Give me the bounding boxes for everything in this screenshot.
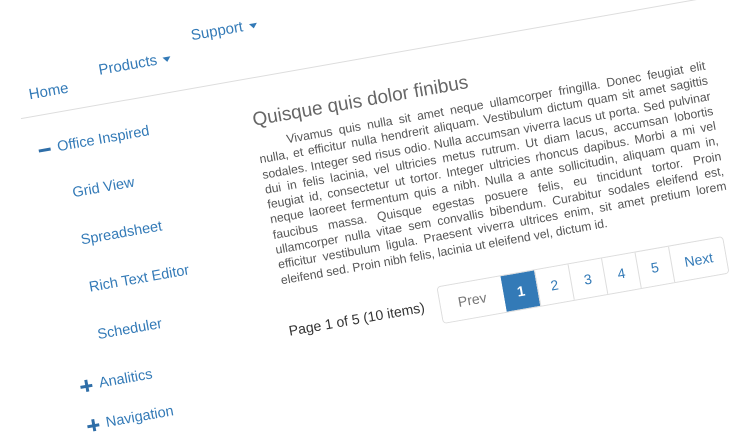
caret-down-icon [248, 22, 258, 29]
tree-item-rich-text-editor[interactable]: Rich Text Editor [88, 262, 191, 295]
nav-home-link[interactable]: Home [27, 80, 69, 104]
nav-support-menu[interactable]: Support [190, 16, 258, 44]
tree-item-grid-view[interactable]: Grid View [71, 175, 135, 202]
nav-products-label: Products [97, 51, 159, 79]
tree-item-scheduler[interactable]: Scheduler [96, 316, 163, 343]
rotated-page: Home Products Support Office Inspired Gr… [0, 0, 740, 432]
tree-item-analitics[interactable]: Analitics [79, 366, 154, 394]
plus-icon[interactable] [86, 418, 100, 432]
tree-item-office-inspired[interactable]: Office Inspired [37, 123, 151, 158]
tree-item-label: Navigation [104, 403, 175, 431]
tree-item-spreadsheet[interactable]: Spreadsheet [80, 218, 164, 248]
tree-item-label: Office Inspired [56, 123, 151, 156]
nav-products-menu[interactable]: Products [97, 49, 172, 79]
pager-next-button[interactable]: Next [667, 237, 729, 283]
nav-support-label: Support [189, 18, 245, 45]
minus-icon[interactable] [38, 143, 52, 157]
pager-prev-button[interactable]: Prev [437, 276, 507, 323]
pager-summary: Page 1 of 5 (10 items) [287, 299, 426, 339]
tree-item-navigation[interactable]: Navigation [86, 403, 175, 434]
tree-item-label: Analitics [97, 366, 154, 392]
caret-down-icon [162, 55, 172, 63]
plus-icon[interactable] [79, 379, 93, 393]
